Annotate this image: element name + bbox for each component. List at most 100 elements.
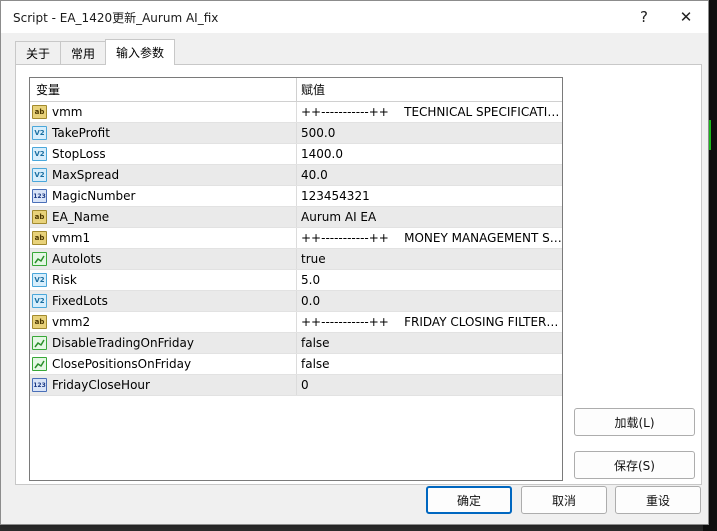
ok-button[interactable]: 确定 — [426, 486, 512, 514]
param-name: Autolots — [52, 252, 102, 266]
column-header-variable[interactable]: 变量 — [30, 78, 297, 101]
param-name: DisableTradingOnFriday — [52, 336, 194, 350]
param-value-cell[interactable]: true — [297, 249, 562, 269]
param-value-cell[interactable]: 40.0 — [297, 165, 562, 185]
param-name: Risk — [52, 273, 77, 287]
param-name-cell[interactable]: ab EA_Name — [30, 207, 297, 227]
param-value-cell[interactable]: Aurum AI EA — [297, 207, 562, 227]
tab-about[interactable]: 关于 — [15, 41, 62, 65]
param-value: 0.0 — [301, 294, 321, 308]
double-type-icon: V2 — [32, 126, 47, 140]
tab-inputs[interactable]: 输入参数 — [105, 39, 176, 65]
string-type-icon: ab — [32, 231, 47, 245]
param-name: vmm2 — [52, 315, 91, 329]
param-value-cell[interactable]: 0.0 — [297, 291, 562, 311]
param-name: FridayCloseHour — [52, 378, 150, 392]
tab-common[interactable]: 常用 — [60, 41, 107, 65]
table-row[interactable]: V2 FixedLots 0.0 — [30, 291, 562, 312]
table-row[interactable]: V2 MaxSpread 40.0 — [30, 165, 562, 186]
param-value: 40.0 — [301, 168, 328, 182]
param-name-cell[interactable]: V2 Risk — [30, 270, 297, 290]
integer-type-icon: 123 — [32, 378, 47, 392]
title-bar: Script - EA_1420更新_Aurum AI_fix ? ✕ — [1, 1, 708, 33]
param-value-cell[interactable]: ++-----------++ FRIDAY CLOSING FILTER SE… — [297, 312, 562, 332]
param-name-cell[interactable]: ab vmm1 — [30, 228, 297, 248]
cancel-button[interactable]: 取消 — [521, 486, 607, 514]
param-value: ++-----------++ FRIDAY CLOSING FILTER SE… — [301, 315, 562, 329]
table-row[interactable]: V2 TakeProfit 500.0 — [30, 123, 562, 144]
param-name: vmm1 — [52, 231, 91, 245]
double-type-icon: V2 — [32, 168, 47, 182]
param-value-cell[interactable]: false — [297, 354, 562, 374]
tab-strip: 关于 常用 输入参数 — [15, 39, 176, 65]
close-button[interactable]: ✕ — [669, 5, 703, 29]
table-row[interactable]: 123 MagicNumber 123454321 — [30, 186, 562, 207]
table-row[interactable]: DisableTradingOnFriday false — [30, 333, 562, 354]
param-name: EA_Name — [52, 210, 110, 224]
param-value: 500.0 — [301, 126, 336, 140]
param-name: MaxSpread — [52, 168, 120, 182]
param-value-cell[interactable]: ++-----------++ MONEY MANAGEMENT SETTING… — [297, 228, 562, 248]
param-name-cell[interactable]: 123 FridayCloseHour — [30, 375, 297, 395]
param-name: FixedLots — [52, 294, 108, 308]
param-value-cell[interactable]: 0 — [297, 375, 562, 395]
param-name: MagicNumber — [52, 189, 136, 203]
param-value-cell[interactable]: 123454321 — [297, 186, 562, 206]
double-type-icon: V2 — [32, 273, 47, 287]
script-properties-dialog: Script - EA_1420更新_Aurum AI_fix ? ✕ 关于 常… — [0, 0, 709, 525]
string-type-icon: ab — [32, 315, 47, 329]
param-value: ++-----------++ TECHNICAL SPECIFICATIONS — [301, 105, 562, 119]
string-type-icon: ab — [32, 210, 47, 224]
param-name: vmm — [52, 105, 83, 119]
param-name: ClosePositionsOnFriday — [52, 357, 192, 371]
param-value: true — [301, 252, 326, 266]
table-row[interactable]: ClosePositionsOnFriday false — [30, 354, 562, 375]
param-value: ++-----------++ MONEY MANAGEMENT SETTING… — [301, 231, 562, 245]
param-name-cell[interactable]: ClosePositionsOnFriday — [30, 354, 297, 374]
param-name-cell[interactable]: Autolots — [30, 249, 297, 269]
param-value-cell[interactable]: 5.0 — [297, 270, 562, 290]
bool-type-icon — [32, 336, 47, 350]
table-row[interactable]: ab EA_Name Aurum AI EA — [30, 207, 562, 228]
bool-type-icon — [32, 252, 47, 266]
table-row[interactable]: V2 Risk 5.0 — [30, 270, 562, 291]
param-name-cell[interactable]: 123 MagicNumber — [30, 186, 297, 206]
reset-button[interactable]: 重设 — [615, 486, 701, 514]
bool-type-icon — [32, 357, 47, 371]
grid-rows: ab vmm ++-----------++ TECHNICAL SPECIFICA… — [30, 102, 562, 396]
param-name-cell[interactable]: DisableTradingOnFriday — [30, 333, 297, 353]
param-value-cell[interactable]: 500.0 — [297, 123, 562, 143]
table-row[interactable]: 123 FridayCloseHour 0 — [30, 375, 562, 396]
double-type-icon: V2 — [32, 294, 47, 308]
param-value-cell[interactable]: false — [297, 333, 562, 353]
table-row[interactable]: ab vmm1 ++-----------++ MONEY MANAGEMENT S… — [30, 228, 562, 249]
double-type-icon: V2 — [32, 147, 47, 161]
param-name-cell[interactable]: V2 StopLoss — [30, 144, 297, 164]
string-type-icon: ab — [32, 105, 47, 119]
column-header-value[interactable]: 赋值 — [297, 78, 562, 101]
param-value-cell[interactable]: ++-----------++ TECHNICAL SPECIFICATIONS — [297, 102, 562, 122]
param-name-cell[interactable]: V2 FixedLots — [30, 291, 297, 311]
param-name-cell[interactable]: ab vmm — [30, 102, 297, 122]
param-name-cell[interactable]: V2 MaxSpread — [30, 165, 297, 185]
table-row[interactable]: V2 StopLoss 1400.0 — [30, 144, 562, 165]
param-name: TakeProfit — [52, 126, 110, 140]
help-button[interactable]: ? — [627, 5, 661, 29]
param-value-cell[interactable]: 1400.0 — [297, 144, 562, 164]
param-name: StopLoss — [52, 147, 106, 161]
param-value: 0 — [301, 378, 309, 392]
load-button[interactable]: 加载(L) — [574, 408, 695, 436]
input-parameters-grid: 变量 赋值 ab vmm ++-----------++ TECHNICAL SPE… — [29, 77, 563, 481]
param-value: 123454321 — [301, 189, 370, 203]
table-row[interactable]: ab vmm ++-----------++ TECHNICAL SPECIFICA… — [30, 102, 562, 123]
chart-candle-mark — [709, 120, 711, 150]
grid-header: 变量 赋值 — [30, 78, 562, 102]
save-button[interactable]: 保存(S) — [574, 451, 695, 479]
table-row[interactable]: Autolots true — [30, 249, 562, 270]
inputs-tab-panel: 变量 赋值 ab vmm ++-----------++ TECHNICAL SPE… — [15, 64, 702, 485]
param-value: 5.0 — [301, 273, 321, 287]
integer-type-icon: 123 — [32, 189, 47, 203]
param-name-cell[interactable]: V2 TakeProfit — [30, 123, 297, 143]
table-row[interactable]: ab vmm2 ++-----------++ FRIDAY CLOSING FIL… — [30, 312, 562, 333]
param-name-cell[interactable]: ab vmm2 — [30, 312, 297, 332]
